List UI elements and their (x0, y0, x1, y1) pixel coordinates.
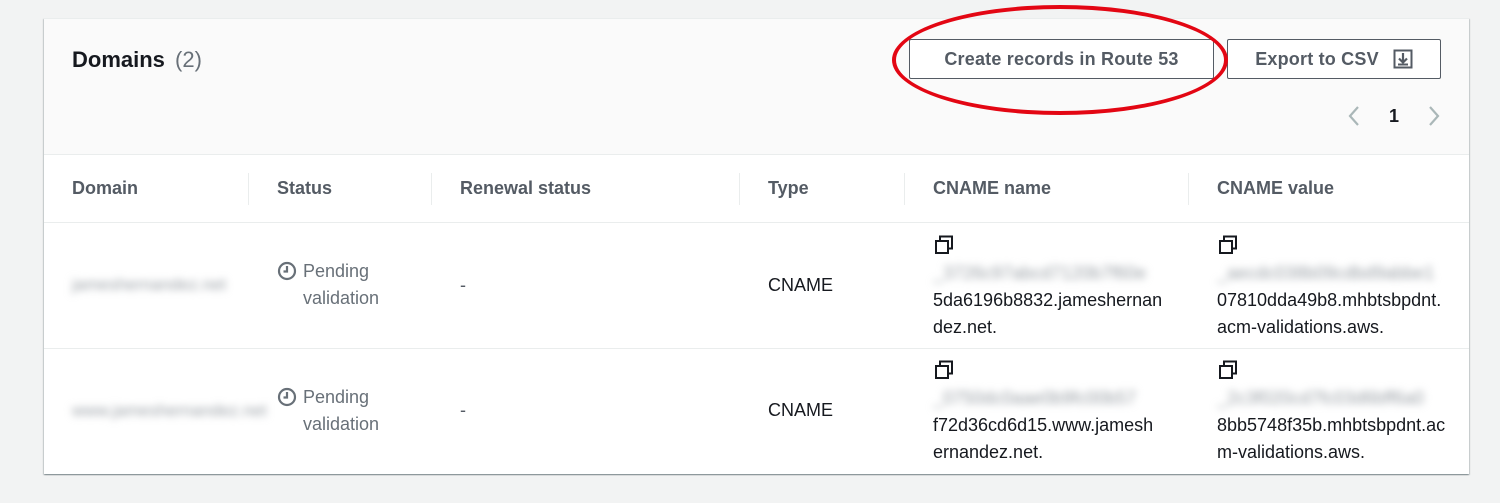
create-records-label: Create records in Route 53 (944, 48, 1179, 69)
pagination: 1 (1344, 101, 1444, 131)
clock-icon (277, 261, 297, 289)
cname-value-text: 07810dda49b8.mhbtsbpdnt.acm-validations.… (1217, 289, 1442, 337)
domain-blurred: www.jameshernandez.net (72, 400, 267, 420)
export-label: Export to CSV (1255, 48, 1379, 69)
domain-blurred: jameshernandez.net (72, 275, 227, 294)
title-text: Domains (72, 47, 165, 72)
domains-table: Domain Status Renewal status Type CNAME … (44, 155, 1469, 473)
chevron-left-icon[interactable] (1344, 102, 1364, 130)
domain-count: (2) (175, 47, 202, 72)
clock-icon (277, 387, 297, 415)
column-header-cname-value[interactable]: CNAME value (1189, 155, 1469, 223)
chevron-right-icon[interactable] (1424, 102, 1444, 130)
cname-name-cell: _3726c97abcd7120b7f60e 5da6196b8832.jame… (905, 222, 1189, 349)
renewal-status-cell: - (432, 222, 740, 349)
cname-name-text: f72d36cd6d15.www.jameshernandez.net. (933, 415, 1154, 463)
table-header-row: Domain Status Renewal status Type CNAME … (44, 155, 1469, 223)
cname-name-blurred: _0750dc0aae0b9fc00b57 (933, 388, 1137, 409)
column-header-status[interactable]: Status (249, 155, 432, 223)
page-title: Domains (2) (72, 47, 202, 73)
cname-value-blurred: _2c3f020cd7fc03d6bff6a0 (1217, 388, 1424, 409)
cname-name-blurred: _3726c97abcd7120b7f60e (933, 262, 1147, 283)
domains-panel: Domains (2) Create records in Route 53 E… (44, 5, 1469, 474)
copy-icon[interactable] (1217, 359, 1239, 381)
export-csv-button[interactable]: Export to CSV (1227, 39, 1441, 79)
cname-name-cell: _0750dc0aae0b9fc00b57 f72d36cd6d15.www.j… (905, 348, 1189, 473)
cname-value-blurred: _aecdc038b09cdbd9abbe1 (1217, 262, 1435, 283)
page-number[interactable]: 1 (1389, 106, 1399, 127)
status-text: Pending validation (303, 261, 380, 308)
cname-value-text: 8bb5748f35b.mhbtsbpdnt.acm-validations.a… (1217, 415, 1446, 463)
column-header-type[interactable]: Type (740, 155, 905, 223)
copy-icon[interactable] (1217, 234, 1239, 256)
status-cell: Pending validation (249, 222, 432, 349)
column-header-renewal-status[interactable]: Renewal status (432, 155, 740, 223)
type-cell: CNAME (740, 222, 905, 349)
copy-icon[interactable] (933, 359, 955, 381)
column-header-cname-name[interactable]: CNAME name (905, 155, 1189, 223)
table-row: jameshernandez.net Pending validation - … (44, 222, 1469, 349)
copy-icon[interactable] (933, 234, 955, 256)
column-header-domain[interactable]: Domain (44, 155, 249, 223)
cname-name-text: 5da6196b8832.jameshernandez.net. (933, 289, 1163, 337)
cname-value-cell: _aecdc038b09cdbd9abbe1 07810dda49b8.mhbt… (1189, 222, 1469, 349)
download-icon (1393, 49, 1413, 69)
domains-header: Domains (2) Create records in Route 53 E… (44, 5, 1469, 155)
type-cell: CNAME (768, 400, 834, 421)
create-records-route53-button[interactable]: Create records in Route 53 (909, 39, 1214, 79)
status-cell: Pending validation (249, 348, 432, 473)
status-text: Pending validation (303, 386, 380, 434)
cname-value-cell: _2c3f020cd7fc03d6bff6a0 8bb5748f35b.mhbt… (1189, 348, 1469, 473)
renewal-status-cell: - (460, 400, 466, 421)
domain-cell: jameshernandez.net (44, 222, 249, 349)
table-row: www.jameshernandez.net Pending validatio… (44, 348, 1469, 473)
domain-cell: www.jameshernandez.net (44, 348, 267, 473)
